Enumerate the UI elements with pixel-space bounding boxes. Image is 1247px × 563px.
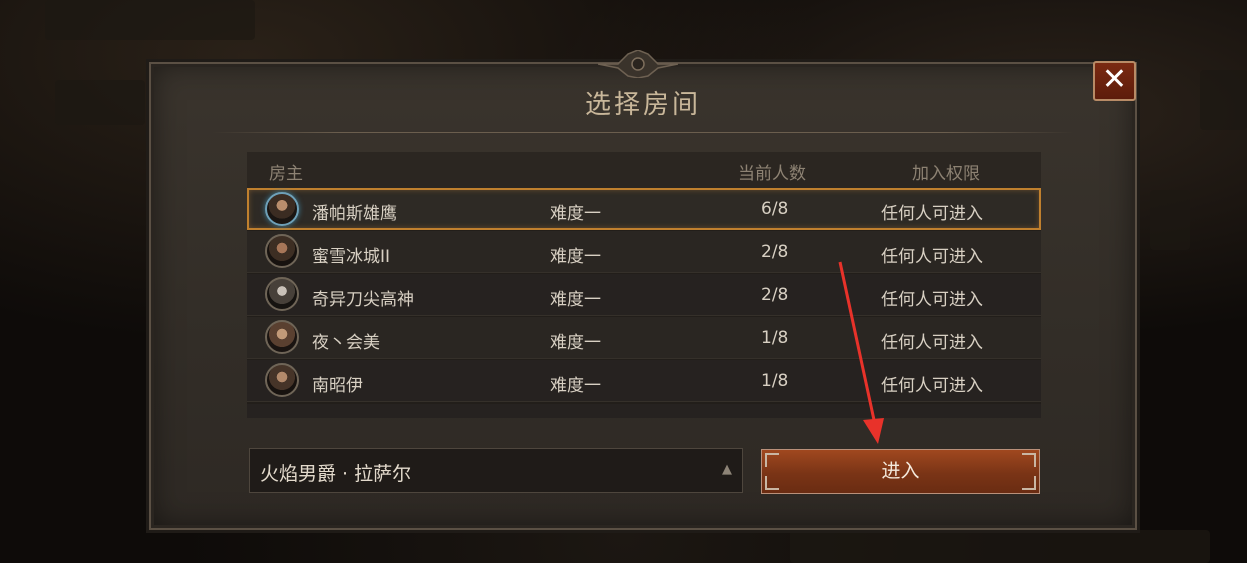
room-player-count: 1/8 <box>761 328 789 348</box>
room-list-header: 房主 当前人数 加入权限 <box>247 152 1041 188</box>
header-host: 房主 <box>269 164 303 184</box>
title-divider <box>212 132 1074 133</box>
corner-ornament-icon <box>765 453 779 467</box>
room-difficulty: 难度一 <box>550 204 601 224</box>
room-access: 任何人可进入 <box>881 204 983 224</box>
host-avatar <box>265 277 299 311</box>
header-access: 加入权限 <box>912 164 980 184</box>
room-player-count: 2/8 <box>761 242 789 262</box>
room-row-partial[interactable] <box>247 404 1041 418</box>
host-avatar <box>265 192 299 226</box>
room-player-count: 2/8 <box>761 285 789 305</box>
room-difficulty: 难度一 <box>550 333 601 353</box>
corner-ornament-icon <box>1022 453 1036 467</box>
room-difficulty: 难度一 <box>550 290 601 310</box>
corner-ornament-icon <box>1022 476 1036 490</box>
room-row[interactable]: 潘帕斯雄鹰 难度一 6/8 任何人可进入 <box>247 188 1041 230</box>
room-list: 房主 当前人数 加入权限 潘帕斯雄鹰 难度一 6/8 任何人可进入 蜜雪冰城II… <box>247 152 1041 418</box>
boss-selector[interactable]: 火焰男爵 · 拉萨尔 ▲ <box>249 448 743 493</box>
background-panel <box>790 530 1210 563</box>
room-host: 夜丶会美 <box>312 333 380 353</box>
header-count: 当前人数 <box>738 164 806 184</box>
background-panel <box>1200 70 1247 130</box>
background-panel <box>45 0 255 40</box>
room-row[interactable]: 奇异刀尖高神 难度一 2/8 任何人可进入 <box>247 274 1041 316</box>
room-host: 南昭伊 <box>312 376 363 396</box>
room-access: 任何人可进入 <box>881 247 983 267</box>
host-avatar <box>265 234 299 268</box>
room-difficulty: 难度一 <box>550 376 601 396</box>
host-avatar <box>265 363 299 397</box>
room-row[interactable]: 夜丶会美 难度一 1/8 任何人可进入 <box>247 317 1041 359</box>
ornament-crest-icon <box>598 50 678 78</box>
boss-selector-value: 火焰男爵 · 拉萨尔 <box>260 463 412 485</box>
room-access: 任何人可进入 <box>881 333 983 353</box>
room-access: 任何人可进入 <box>881 290 983 310</box>
caret-up-icon: ▲ <box>722 462 732 477</box>
enter-button-label: 进入 <box>881 460 920 482</box>
dialog-title: 选择房间 <box>584 90 701 120</box>
enter-button[interactable]: 进入 <box>761 449 1040 494</box>
room-host: 蜜雪冰城II <box>312 247 391 267</box>
room-host: 潘帕斯雄鹰 <box>312 204 397 224</box>
corner-ornament-icon <box>765 476 779 490</box>
room-player-count: 6/8 <box>761 199 789 219</box>
room-player-count: 1/8 <box>761 371 789 391</box>
room-access: 任何人可进入 <box>881 376 983 396</box>
background-panel <box>55 80 145 125</box>
room-host: 奇异刀尖高神 <box>312 290 414 310</box>
close-button[interactable]: ✕ <box>1093 61 1136 101</box>
room-difficulty: 难度一 <box>550 247 601 267</box>
room-row[interactable]: 蜜雪冰城II 难度一 2/8 任何人可进入 <box>247 231 1041 273</box>
host-avatar <box>265 320 299 354</box>
room-row[interactable]: 南昭伊 难度一 1/8 任何人可进入 <box>247 360 1041 402</box>
background-panel <box>1150 190 1190 250</box>
